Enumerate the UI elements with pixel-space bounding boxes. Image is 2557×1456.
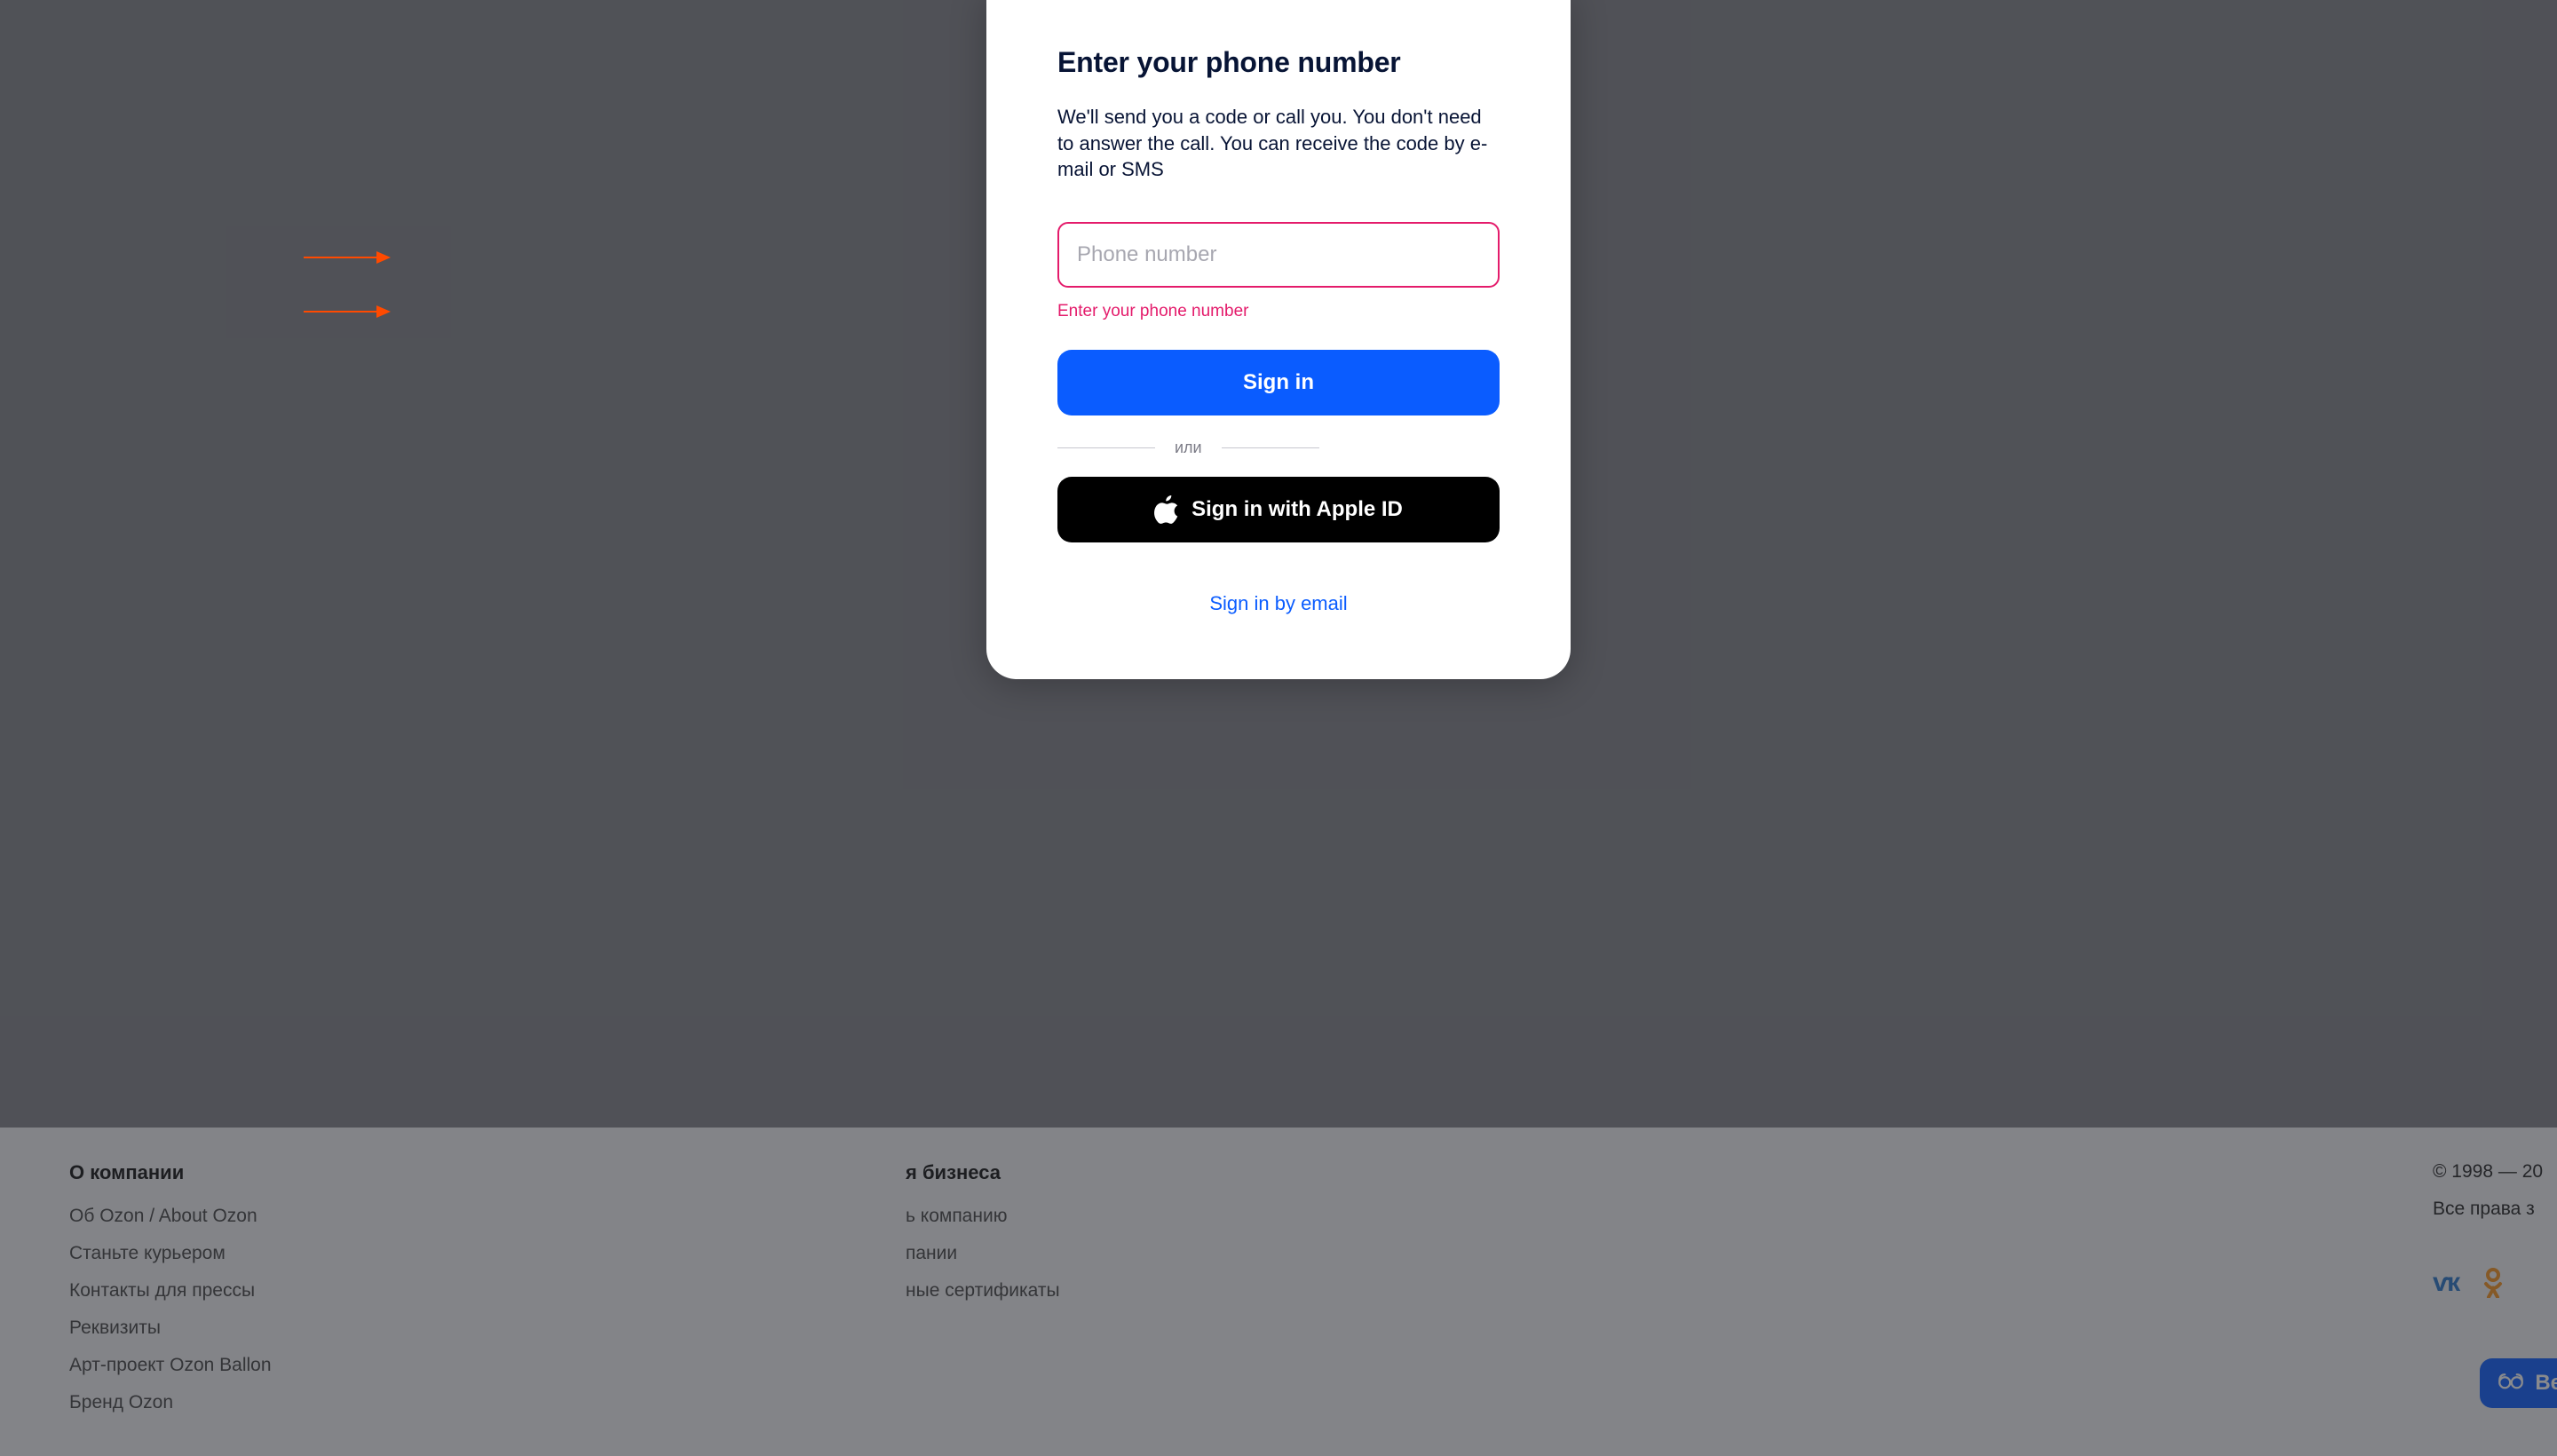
alternative-divider: или xyxy=(1057,439,1500,457)
signin-by-email-link[interactable]: Sign in by email xyxy=(1057,592,1500,615)
annotation-arrow-input xyxy=(304,251,391,264)
phone-error-message: Enter your phone number xyxy=(1057,302,1500,321)
modal-title: Enter your phone number xyxy=(1057,46,1500,79)
divider-line-left xyxy=(1057,447,1155,448)
apple-signin-button[interactable]: Sign in with Apple ID xyxy=(1057,477,1500,542)
apple-icon xyxy=(1154,495,1179,524)
phone-input[interactable] xyxy=(1057,222,1500,288)
signin-button-label: Sign in xyxy=(1243,370,1314,395)
signin-button[interactable]: Sign in xyxy=(1057,350,1500,415)
modal-description: We'll send you a code or call you. You d… xyxy=(1057,104,1500,183)
signin-modal: Enter your phone number We'll send you a… xyxy=(986,0,1571,679)
divider-label: или xyxy=(1175,439,1202,457)
divider-line-right xyxy=(1222,447,1319,448)
annotation-arrow-error xyxy=(304,305,391,318)
apple-signin-label: Sign in with Apple ID xyxy=(1191,497,1403,522)
